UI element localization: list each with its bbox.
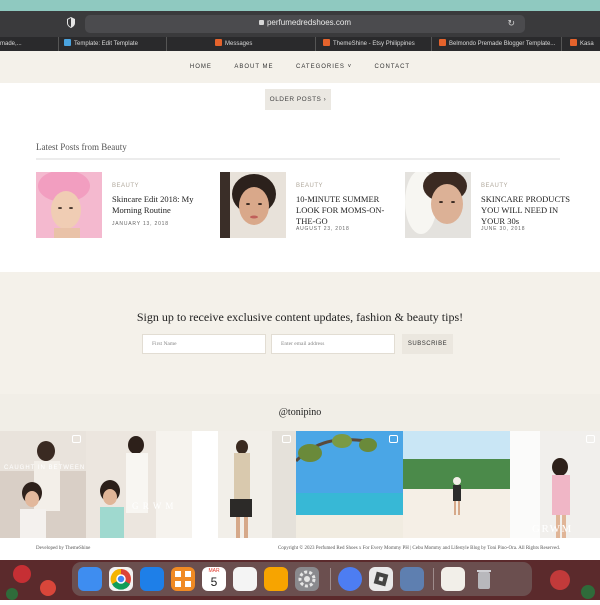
post-date: JUNE 30, 2018 [481, 226, 526, 232]
post-title[interactable]: 10-MINUTE SUMMER LOOK FOR MOMS-ON-THE-GO [296, 194, 396, 227]
post-date: JANUARY 13, 2018 [112, 221, 169, 227]
tab-6[interactable]: Kasa [568, 37, 600, 51]
instagram-camera-icon [389, 435, 398, 443]
tab-favicon-icon [570, 39, 577, 47]
subscribe-button[interactable]: SUBSCRIBE [402, 334, 453, 354]
dock: MAR 5 [72, 562, 532, 596]
tile-caption: G R W M [132, 501, 175, 511]
pages-icon[interactable] [264, 567, 288, 591]
tab-label: Belmondo Premade Blogger Template... [449, 41, 556, 47]
post-card-3[interactable]: BEAUTY SKINCARE PRODUCTS YOU WILL NEED I… [405, 172, 575, 242]
latest-posts-title: Latest Posts from Beauty [36, 142, 127, 152]
footer-developer[interactable]: Developed by ThemeShine [36, 546, 90, 551]
tab-favicon-icon [215, 39, 222, 47]
instagram-camera-icon [72, 435, 81, 443]
calendar-day: 5 [210, 575, 218, 589]
instagram-camera-icon [282, 435, 291, 443]
window-top-strip [0, 0, 600, 11]
instagram-tile-6[interactable]: GRWM [510, 431, 600, 538]
instagram-tile-3[interactable] [192, 431, 296, 538]
site-nav: HOME ABOUT ME CATEGORIES ˅ CONTACT [0, 51, 600, 83]
instagram-camera-icon [586, 435, 595, 443]
email-input[interactable]: Enter email address [271, 334, 395, 354]
instagram-header: @tonipino [0, 394, 600, 431]
post-date: AUGUST 23, 2018 [296, 226, 350, 232]
footer-copyright: Copyright © 2023 Perfumed Red Shoes x Fo… [277, 546, 560, 551]
trash-icon[interactable] [472, 567, 496, 591]
site-footer: Developed by ThemeShine Copyright © 2023… [0, 538, 600, 560]
instagram-tile-4[interactable] [296, 431, 403, 538]
nav-home[interactable]: HOME [190, 51, 212, 83]
finder-icon[interactable] [78, 567, 102, 591]
post-card-1[interactable]: BEAUTY Skincare Edit 2018: My Morning Ro… [36, 172, 206, 242]
tab-favicon-icon [64, 39, 71, 47]
shield-icon[interactable] [67, 17, 75, 28]
nav-categories[interactable]: CATEGORIES ˅ [296, 51, 352, 83]
url-text: perfumedredshoes.com [85, 18, 525, 27]
safari-icon[interactable] [140, 567, 164, 591]
newsletter-heading: Sign up to receive exclusive content upd… [136, 310, 464, 324]
address-bar-row: perfumedredshoes.com ↻ [0, 11, 600, 37]
instagram-handle[interactable]: @tonipino [0, 407, 600, 418]
reload-icon[interactable]: ↻ [507, 18, 515, 29]
roblox-icon[interactable] [369, 567, 393, 591]
tab-4[interactable]: ThemeShine - Etsy Philippines [321, 37, 432, 51]
dock-separator [330, 568, 331, 590]
post-thumbnail[interactable] [220, 172, 286, 238]
post-category[interactable]: BEAUTY [481, 183, 508, 189]
reminders-icon[interactable] [233, 567, 257, 591]
section-divider [36, 158, 560, 160]
post-card-2[interactable]: BEAUTY 10-MINUTE SUMMER LOOK FOR MOMS-ON… [220, 172, 390, 242]
messenger-icon[interactable] [338, 567, 362, 591]
dock-separator [433, 568, 434, 590]
calendar-icon[interactable]: MAR 5 [202, 567, 226, 591]
post-thumbnail[interactable] [405, 172, 471, 238]
url-label: perfumedredshoes.com [266, 18, 352, 27]
system-preferences-icon[interactable] [295, 567, 319, 591]
instagram-tile-2[interactable]: G R W M [86, 431, 192, 538]
launchpad-icon[interactable] [171, 567, 195, 591]
tab-2[interactable]: Template: Edit Template [62, 37, 167, 51]
chrome-icon[interactable] [109, 567, 133, 591]
lock-icon [258, 20, 264, 25]
nav-contact[interactable]: CONTACT [375, 51, 411, 83]
instagram-tile-5[interactable] [403, 431, 510, 538]
tab-label: made,... [0, 41, 22, 47]
tab-label: Messages [225, 41, 253, 47]
tab-5[interactable]: Belmondo Premade Blogger Template... [437, 37, 562, 51]
tab-favicon-icon [439, 39, 446, 47]
post-thumbnail[interactable] [36, 172, 102, 238]
tab-label: Template: Edit Template [74, 41, 138, 47]
first-name-input[interactable]: First Name [142, 334, 266, 354]
newsletter-section: Sign up to receive exclusive content upd… [0, 272, 600, 394]
document-thumbnail-icon[interactable] [441, 567, 465, 591]
tab-label: ThemeShine - Etsy Philippines [333, 41, 415, 47]
post-category[interactable]: BEAUTY [296, 183, 323, 189]
tile-caption: GRWM [532, 523, 573, 535]
preview-icon[interactable] [400, 567, 424, 591]
tile-caption: CAUGHT IN BETWEEN [4, 465, 86, 471]
instagram-tile-1[interactable]: CAUGHT IN BETWEEN [0, 431, 86, 538]
tab-label: Kasa [580, 41, 594, 47]
tab-3[interactable]: Messages [213, 37, 316, 51]
post-title[interactable]: Skincare Edit 2018: My Morning Routine [112, 194, 212, 216]
post-title[interactable]: SKINCARE PRODUCTS YOU WILL NEED IN YOUR … [481, 194, 581, 227]
tab-bar: made,... Template: Edit Template Message… [0, 37, 600, 51]
post-category[interactable]: BEAUTY [112, 183, 139, 189]
tab-favicon-icon [323, 39, 330, 47]
url-field[interactable]: perfumedredshoes.com ↻ [85, 15, 525, 33]
instagram-gallery: CAUGHT IN BETWEEN G R W M GRWM [0, 431, 600, 538]
nav-about-me[interactable]: ABOUT ME [234, 51, 273, 83]
calendar-month: MAR [208, 568, 220, 574]
older-posts-button[interactable]: OLDER POSTS › [265, 89, 331, 110]
tab-1[interactable]: made,... [0, 37, 59, 51]
